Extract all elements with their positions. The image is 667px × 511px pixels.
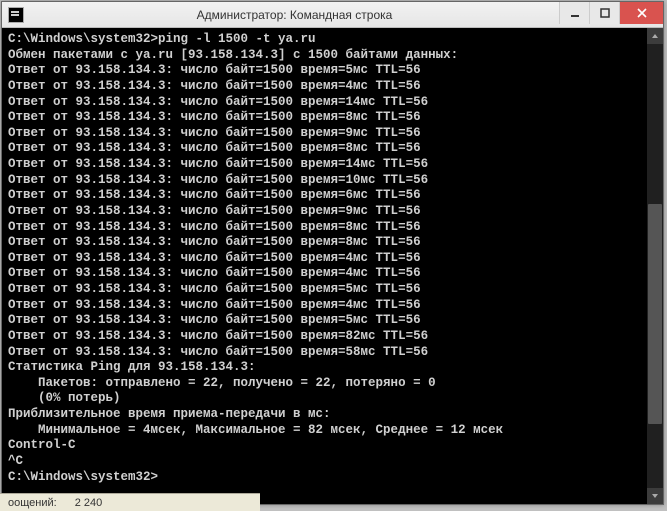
rtt-header: Приблизительное время приема-передачи в … — [8, 407, 657, 423]
scroll-up-button[interactable] — [647, 28, 663, 44]
window-title: Администратор: Командная строка — [30, 8, 559, 22]
scroll-down-button[interactable] — [647, 488, 663, 504]
ping-reply: Ответ от 93.158.134.3: число байт=1500 в… — [8, 298, 657, 314]
close-icon — [637, 8, 647, 18]
ping-reply: Ответ от 93.158.134.3: число байт=1500 в… — [8, 157, 657, 173]
ping-reply: Ответ от 93.158.134.3: число байт=1500 в… — [8, 141, 657, 157]
scrollbar-thumb[interactable] — [648, 204, 662, 424]
prompt-line: C:\Windows\system32>ping -l 1500 -t ya.r… — [8, 32, 657, 48]
background-statusbar-fragment: оощений: 2 240 — [0, 493, 260, 511]
ping-reply: Ответ от 93.158.134.3: число байт=1500 в… — [8, 266, 657, 282]
ping-reply: Ответ от 93.158.134.3: число байт=1500 в… — [8, 313, 657, 329]
ping-reply: Ответ от 93.158.134.3: число байт=1500 в… — [8, 126, 657, 142]
ping-reply: Ответ от 93.158.134.3: число байт=1500 в… — [8, 95, 657, 111]
stats-packets: Пакетов: отправлено = 22, получено = 22,… — [8, 376, 657, 392]
ping-reply: Ответ от 93.158.134.3: число байт=1500 в… — [8, 188, 657, 204]
prompt-line: C:\Windows\system32> — [8, 470, 657, 486]
cmd-icon — [8, 7, 24, 23]
minimize-button[interactable] — [559, 2, 589, 24]
stats-header: Статистика Ping для 93.158.134.3: — [8, 360, 657, 376]
chevron-up-icon — [651, 32, 659, 40]
vertical-scrollbar[interactable] — [647, 28, 663, 504]
titlebar[interactable]: Администратор: Командная строка — [2, 2, 663, 28]
scrollbar-track[interactable] — [647, 44, 663, 488]
status-label: оощений: — [8, 497, 57, 509]
caret-c: ^C — [8, 454, 657, 470]
ping-reply: Ответ от 93.158.134.3: число байт=1500 в… — [8, 345, 657, 361]
close-button[interactable] — [619, 2, 663, 24]
ping-reply: Ответ от 93.158.134.3: число байт=1500 в… — [8, 282, 657, 298]
ping-reply: Ответ от 93.158.134.3: число байт=1500 в… — [8, 220, 657, 236]
stats-loss: (0% потерь) — [8, 391, 657, 407]
cmd-window: Администратор: Командная строка C:\Windo… — [1, 1, 664, 505]
ping-reply: Ответ от 93.158.134.3: число байт=1500 в… — [8, 251, 657, 267]
ping-reply: Ответ от 93.158.134.3: число байт=1500 в… — [8, 63, 657, 79]
console-output[interactable]: C:\Windows\system32>ping -l 1500 -t ya.r… — [2, 28, 663, 504]
status-count: 2 240 — [75, 497, 103, 509]
maximize-icon — [600, 8, 610, 18]
ping-reply: Ответ от 93.158.134.3: число байт=1500 в… — [8, 235, 657, 251]
chevron-down-icon — [651, 492, 659, 500]
control-c: Control-C — [8, 438, 657, 454]
rtt-line: Минимальное = 4мсек, Максимальное = 82 м… — [8, 423, 657, 439]
ping-reply: Ответ от 93.158.134.3: число байт=1500 в… — [8, 329, 657, 345]
window-controls — [559, 2, 663, 27]
maximize-button[interactable] — [589, 2, 619, 24]
ping-reply: Ответ от 93.158.134.3: число байт=1500 в… — [8, 79, 657, 95]
ping-reply: Ответ от 93.158.134.3: число байт=1500 в… — [8, 110, 657, 126]
ping-header: Обмен пакетами с ya.ru [93.158.134.3] с … — [8, 48, 657, 64]
minimize-icon — [570, 8, 580, 18]
ping-reply: Ответ от 93.158.134.3: число байт=1500 в… — [8, 204, 657, 220]
ping-reply: Ответ от 93.158.134.3: число байт=1500 в… — [8, 173, 657, 189]
